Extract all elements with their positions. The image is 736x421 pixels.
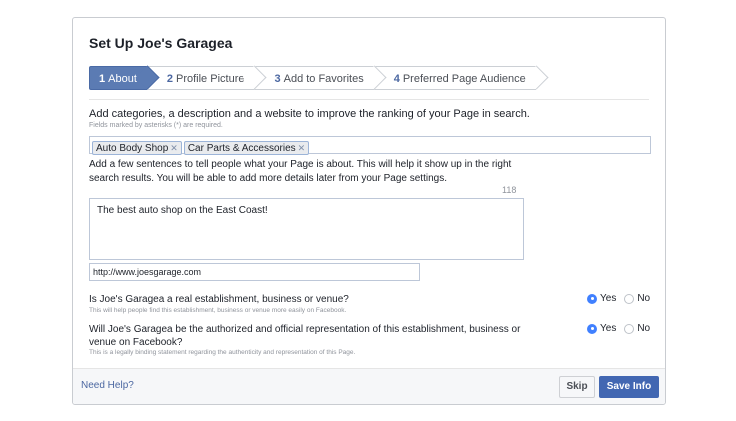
- category-tag: Auto Body Shop ✕: [92, 141, 182, 155]
- step-about[interactable]: 1 About: [89, 65, 160, 90]
- question-sub: This will help people find this establis…: [89, 307, 347, 314]
- char-counter: 118: [502, 185, 517, 195]
- category-tag: Car Parts & Accessories ✕: [183, 141, 310, 155]
- question-sub: This is a legally binding statement rega…: [89, 349, 356, 356]
- description-help: Add a few sentences to tell people what …: [89, 159, 512, 184]
- description-field[interactable]: The best auto shop on the East Coast!: [89, 198, 524, 260]
- step-breadcrumb: 1 About 2 Profile Picture 3 Add to Favorite…: [89, 65, 549, 90]
- need-help-link[interactable]: Need Help?: [81, 380, 134, 391]
- skip-button[interactable]: Skip: [559, 376, 595, 398]
- dialog-footer: Need Help? Skip Save Info: [73, 368, 665, 404]
- radio-group-official-representation: Yes No: [579, 323, 650, 334]
- website-field[interactable]: http://www.joesgarage.com: [89, 263, 420, 281]
- radio-no[interactable]: [624, 323, 635, 334]
- divider: [89, 99, 649, 100]
- radio-group-real-establishment: Yes No: [579, 293, 650, 304]
- question-real-establishment: Is Joe's Garagea a real establishment, b…: [89, 294, 349, 305]
- radio-no[interactable]: [624, 293, 635, 304]
- step-add-to-favorites[interactable]: 3 Add to Favorites: [254, 65, 387, 90]
- step-profile-picture[interactable]: 2 Profile Picture: [146, 65, 268, 90]
- intro-text: Add categories, a description and a webs…: [89, 108, 530, 120]
- remove-tag-icon[interactable]: ✕: [170, 143, 178, 153]
- save-info-button[interactable]: Save Info: [599, 376, 659, 398]
- dialog-title: Set Up Joe's Garagea: [89, 35, 233, 51]
- setup-dialog: Set Up Joe's Garagea 1 About 2 Profile Pic…: [72, 17, 666, 405]
- step-chevron: [524, 65, 549, 90]
- required-note: Fields marked by asterisks (*) are requi…: [89, 122, 223, 129]
- step-preferred-page-audience[interactable]: 4 Preferred Page Audience: [373, 65, 549, 90]
- remove-tag-icon[interactable]: ✕: [298, 143, 306, 153]
- question-official-representation: Will Joe's Garagea be the authorized and…: [89, 324, 521, 348]
- radio-yes[interactable]: [587, 293, 597, 304]
- radio-yes[interactable]: [587, 323, 597, 334]
- categories-input[interactable]: Auto Body Shop ✕ Car Parts & Accessories ✕: [89, 136, 651, 155]
